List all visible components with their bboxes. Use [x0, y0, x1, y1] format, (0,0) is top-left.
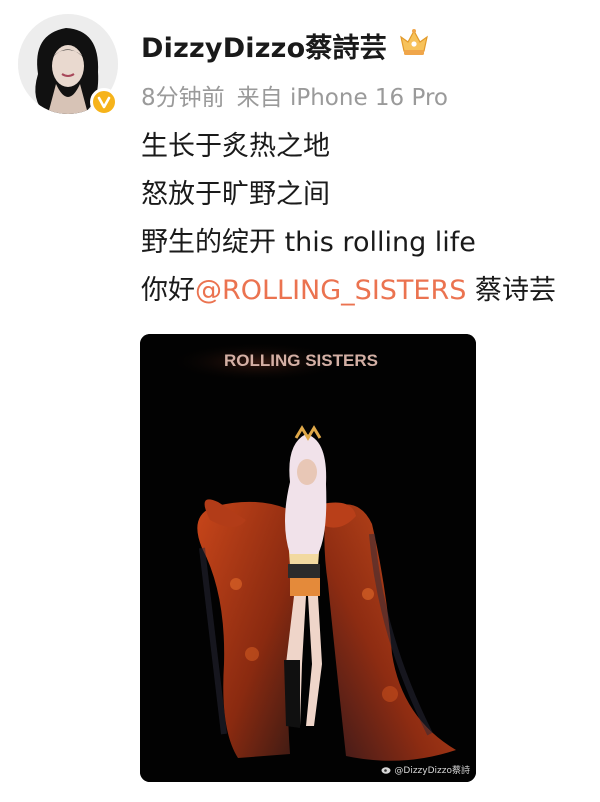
signature-text: 蔡诗芸	[466, 275, 556, 306]
post-text-line-1: 生长于炙热之地	[141, 131, 330, 162]
weibo-logo-icon	[381, 767, 391, 774]
post-text-line-3: 野生的绽开 this rolling life	[141, 227, 476, 258]
verified-badge-icon	[90, 88, 118, 116]
post-source[interactable]: 来自 iPhone 16 Pro	[237, 85, 448, 111]
post-text-line-4: 你好@ROLLING_SISTERS 蔡诗芸	[141, 274, 556, 308]
greeting-text: 你好	[141, 275, 195, 306]
post-image[interactable]: ROLLING SISTERS @DizzyDizzo蔡詩	[140, 334, 476, 782]
post-meta: 8分钟前 来自 iPhone 16 Pro	[141, 78, 448, 112]
username[interactable]: DizzyDizzo蔡詩芸	[141, 26, 387, 65]
poster-title: ROLLING SISTERS	[224, 351, 378, 370]
post-text-line-2: 怒放于旷野之间	[141, 179, 330, 210]
post-time: 8分钟前	[141, 85, 225, 111]
mention-link[interactable]: @ROLLING_SISTERS	[195, 275, 466, 306]
crown-icon[interactable]	[398, 27, 430, 57]
image-watermark: @DizzyDizzo蔡詩	[381, 763, 470, 776]
